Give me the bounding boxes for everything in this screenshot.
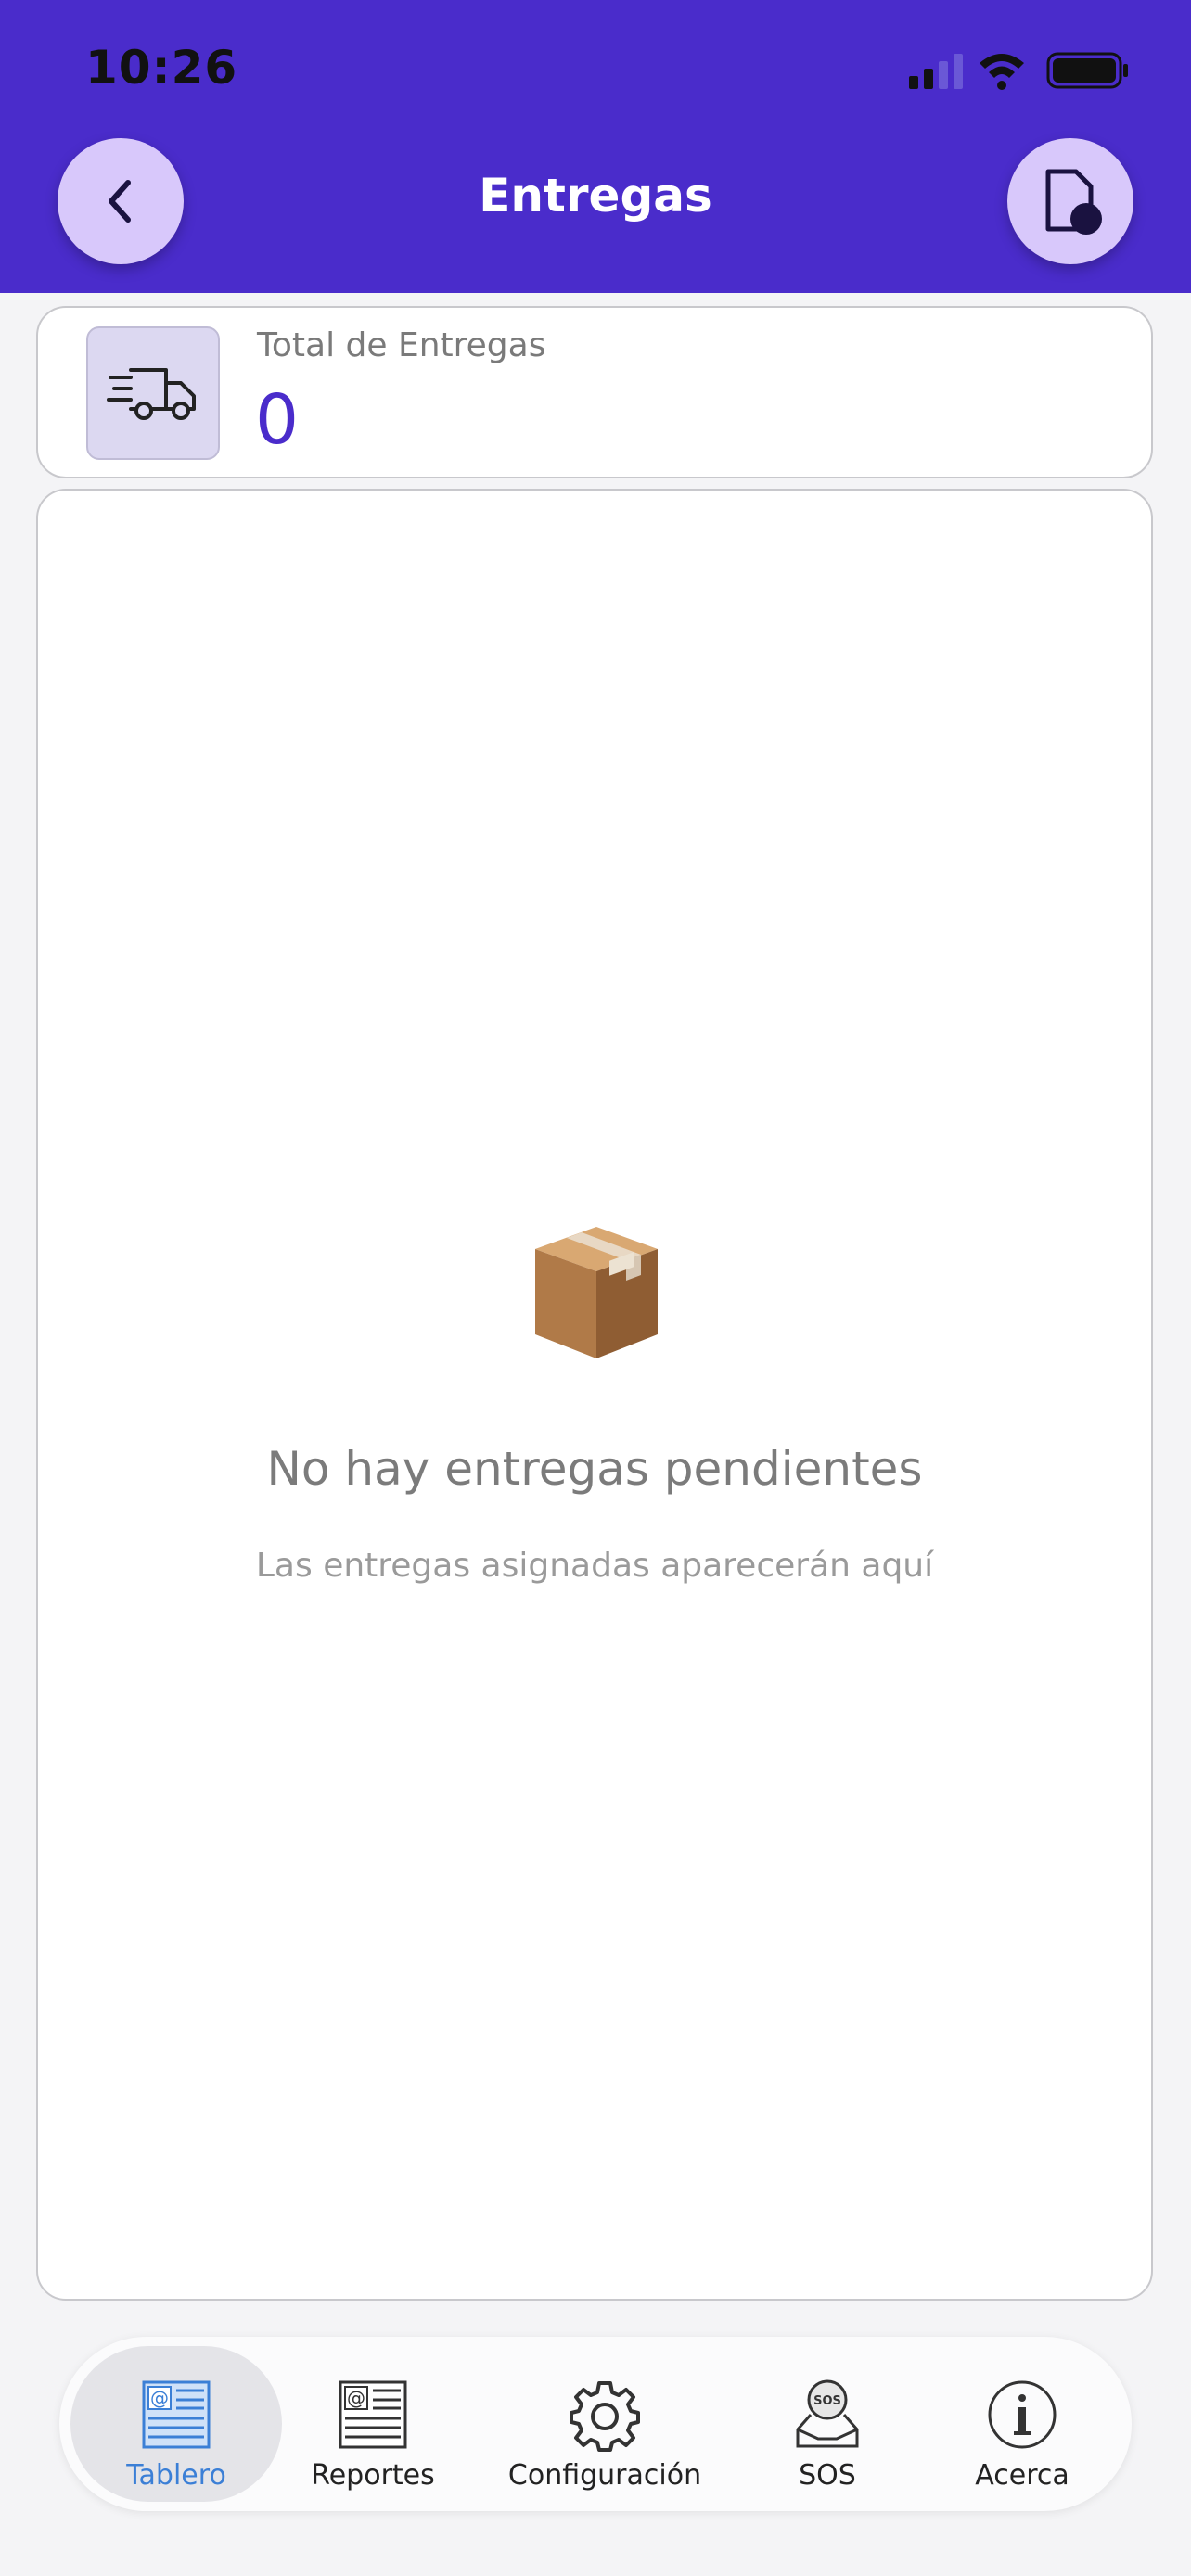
empty-state-title: No hay entregas pendientes	[266, 1442, 923, 1496]
tab-label: Configuración	[507, 2459, 702, 2492]
package-icon	[530, 1223, 663, 1362]
info-icon	[983, 2376, 1061, 2454]
reports-icon: @	[334, 2376, 412, 2454]
sos-icon: SOS	[788, 2376, 866, 2454]
tab-label: Tablero	[126, 2459, 226, 2492]
status-time: 10:26	[85, 41, 238, 95]
app-header: 10:26 Entregas	[0, 0, 1191, 293]
tab-sos[interactable]: SOS SOS	[764, 2346, 890, 2502]
empty-state-subtitle: Las entregas asignadas aparecerán aquí	[255, 1547, 934, 1585]
tab-label: Acerca	[975, 2459, 1069, 2492]
battery-icon	[1046, 52, 1128, 89]
tab-label: Reportes	[311, 2459, 435, 2492]
delivery-summary-card: Total de Entregas 0	[36, 306, 1153, 478]
tab-tablero[interactable]: @ Tablero	[70, 2346, 282, 2502]
delivery-truck-icon	[107, 368, 196, 420]
summary-value: 0	[255, 380, 300, 460]
gear-icon	[566, 2376, 644, 2454]
svg-text:@: @	[347, 2387, 365, 2409]
tab-configuracion[interactable]: Configuración	[475, 2346, 735, 2502]
svg-text:@: @	[150, 2387, 169, 2409]
tab-reportes[interactable]: @ Reportes	[291, 2346, 455, 2502]
svg-text:SOS: SOS	[813, 2394, 841, 2408]
dashboard-icon: @	[137, 2376, 215, 2454]
deliveries-list-card: No hay entregas pendientes Las entregas …	[36, 489, 1153, 2301]
tab-label: SOS	[799, 2459, 856, 2492]
truck-icon-container	[86, 326, 220, 460]
cellular-signal-icon	[909, 54, 963, 89]
summary-label: Total de Entregas	[257, 326, 546, 364]
document-action-button[interactable]	[1007, 138, 1133, 264]
tab-acerca[interactable]: Acerca	[950, 2346, 1095, 2502]
bottom-tab-bar: @ Tablero @ Reportes Configuración SOS S…	[59, 2337, 1132, 2511]
document-record-icon	[1045, 169, 1102, 235]
wifi-icon	[980, 54, 1024, 90]
status-icons	[909, 48, 1141, 95]
